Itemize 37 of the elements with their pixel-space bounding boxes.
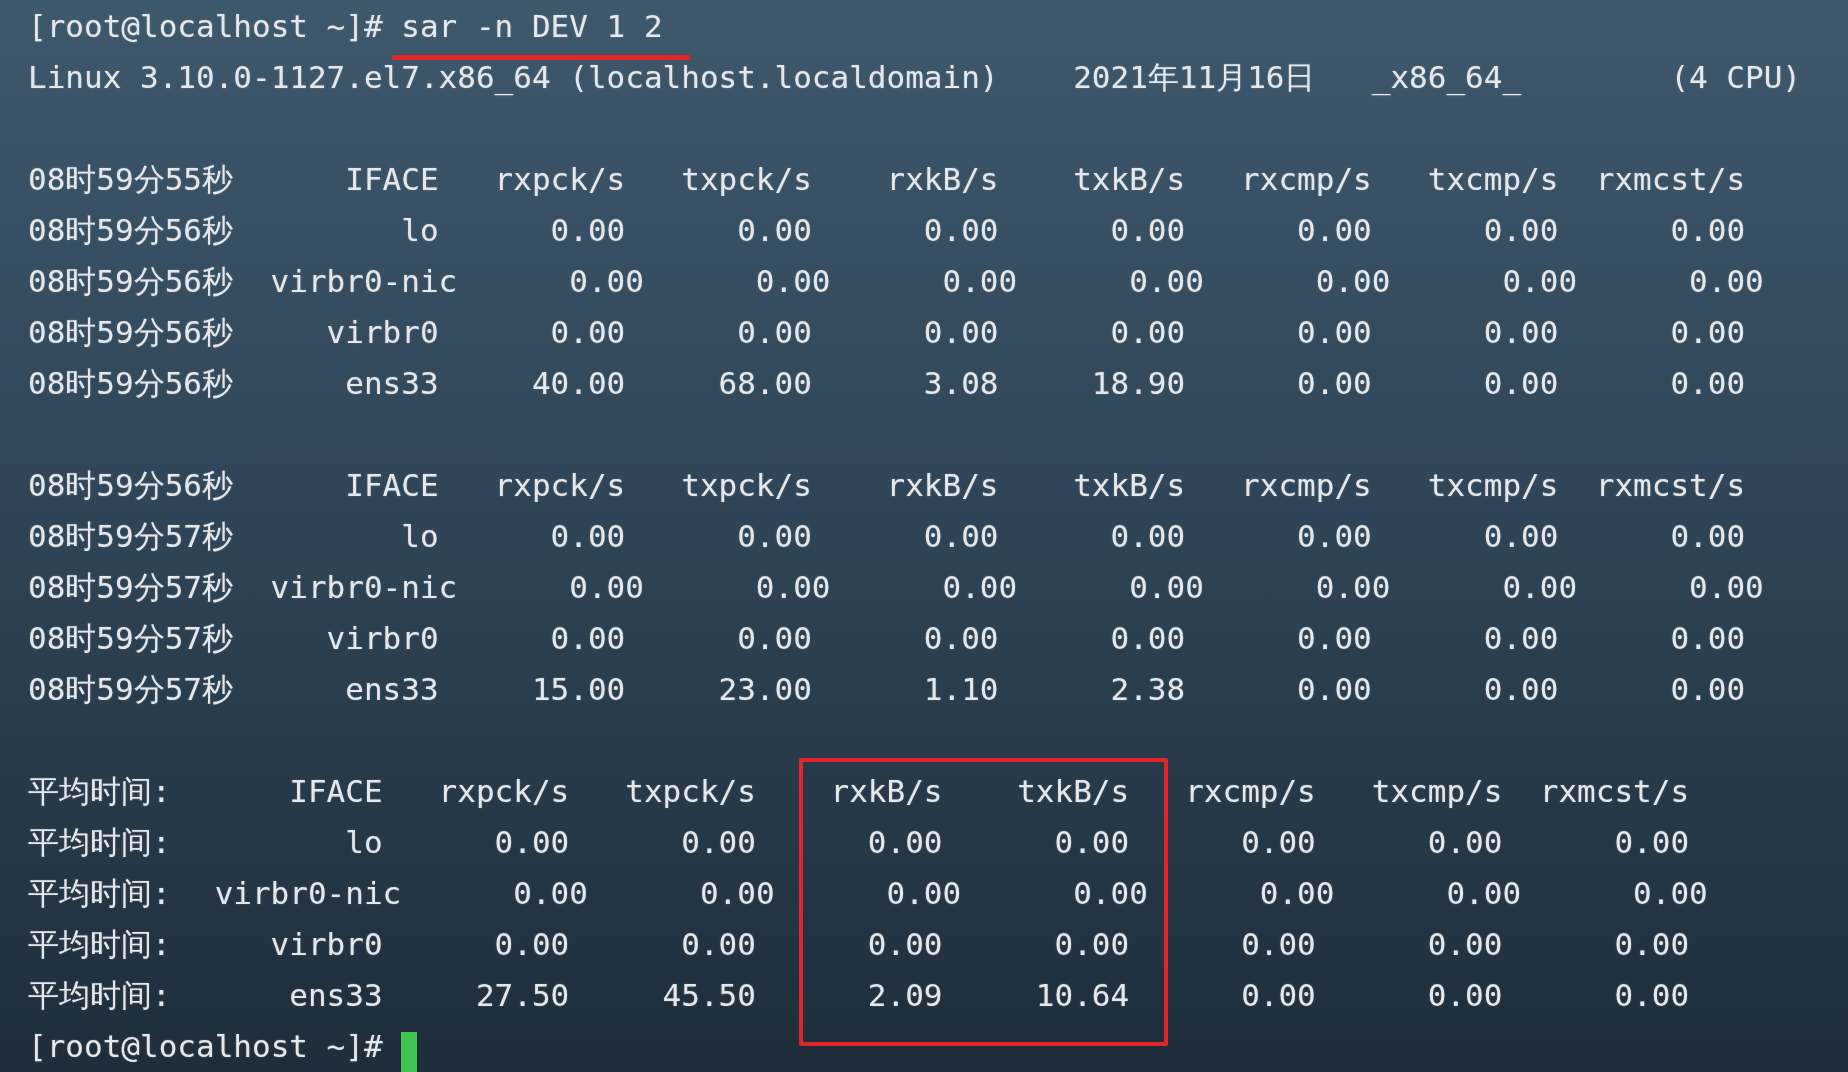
row-values: virbr0 0.00 0.00 0.00 0.00 0.00 0.00 0.00 (269, 925, 1690, 965)
row-values: IFACE rxpck/s txpck/s rxkB/s txkB/s rxcmp/s txcmp/s rxmcst/s (288, 772, 1690, 812)
row-label: 08时59分56秒 (28, 466, 234, 506)
row-values: ens33 15.00 23.00 1.10 2.38 0.00 0.00 0.00 (344, 670, 1746, 710)
row-label: 08时59分56秒 (28, 364, 234, 404)
row-values: IFACE rxpck/s txpck/s rxkB/s txkB/s rxcmp/s txcmp/s rxmcst/s (344, 160, 1746, 200)
row-label: 08时59分57秒 (28, 619, 234, 659)
command-text: sar -n DEV 1 2 (401, 8, 663, 45)
row-label: 08时59分55秒 (28, 160, 234, 200)
row-label: 08时59分57秒 (28, 568, 234, 608)
arch-text: _x86_64_ (1371, 58, 1523, 98)
row-label: 08时59分56秒 (28, 313, 234, 353)
row-label: 08时59分57秒 (28, 670, 234, 710)
shell-prompt: [root@localhost ~]# (28, 7, 383, 47)
row-values: lo 0.00 0.00 0.00 0.00 0.00 0.00 0.00 (400, 517, 1746, 557)
row-values: virbr0-nic 0.00 0.00 0.00 0.00 0.00 0.00 0.00 (269, 568, 1764, 608)
row-label: 平均时间: (28, 925, 172, 965)
row-label: 平均时间: (28, 976, 172, 1016)
row-label: 平均时间: (28, 823, 172, 863)
row-values: ens33 27.50 45.50 2.09 10.64 0.00 0.00 0.00 (288, 976, 1690, 1016)
cpu-count: (4 CPU) (1670, 58, 1802, 98)
row-label: 08时59分57秒 (28, 517, 234, 557)
kernel-info: Linux 3.10.0-1127.el7.x86_64 (localhost.localdomain) (28, 58, 1000, 98)
row-label: 平均时间: (28, 874, 172, 914)
row-values: IFACE rxpck/s txpck/s rxkB/s txkB/s rxcmp/s txcmp/s rxmcst/s (344, 466, 1746, 506)
row-values: virbr0 0.00 0.00 0.00 0.00 0.00 0.00 0.00 (325, 619, 1746, 659)
date-text: 2021年11月16日 (1073, 58, 1317, 98)
row-values: lo 0.00 0.00 0.00 0.00 0.00 0.00 0.00 (344, 823, 1690, 863)
row-values: virbr0-nic 0.00 0.00 0.00 0.00 0.00 0.00 0.00 (269, 262, 1764, 302)
row-label: 08时59分56秒 (28, 211, 234, 251)
row-values: lo 0.00 0.00 0.00 0.00 0.00 0.00 0.00 (400, 211, 1746, 251)
row-values: ens33 40.00 68.00 3.08 18.90 0.00 0.00 0.00 (344, 364, 1746, 404)
row-values: virbr0 0.00 0.00 0.00 0.00 0.00 0.00 0.00 (325, 313, 1746, 353)
row-label: 08时59分56秒 (28, 262, 234, 302)
row-label: 平均时间: (28, 772, 172, 812)
shell-prompt: [root@localhost ~]# (28, 1027, 383, 1067)
row-values: virbr0-nic 0.00 0.00 0.00 0.00 0.00 0.00 0.00 (213, 874, 1708, 914)
